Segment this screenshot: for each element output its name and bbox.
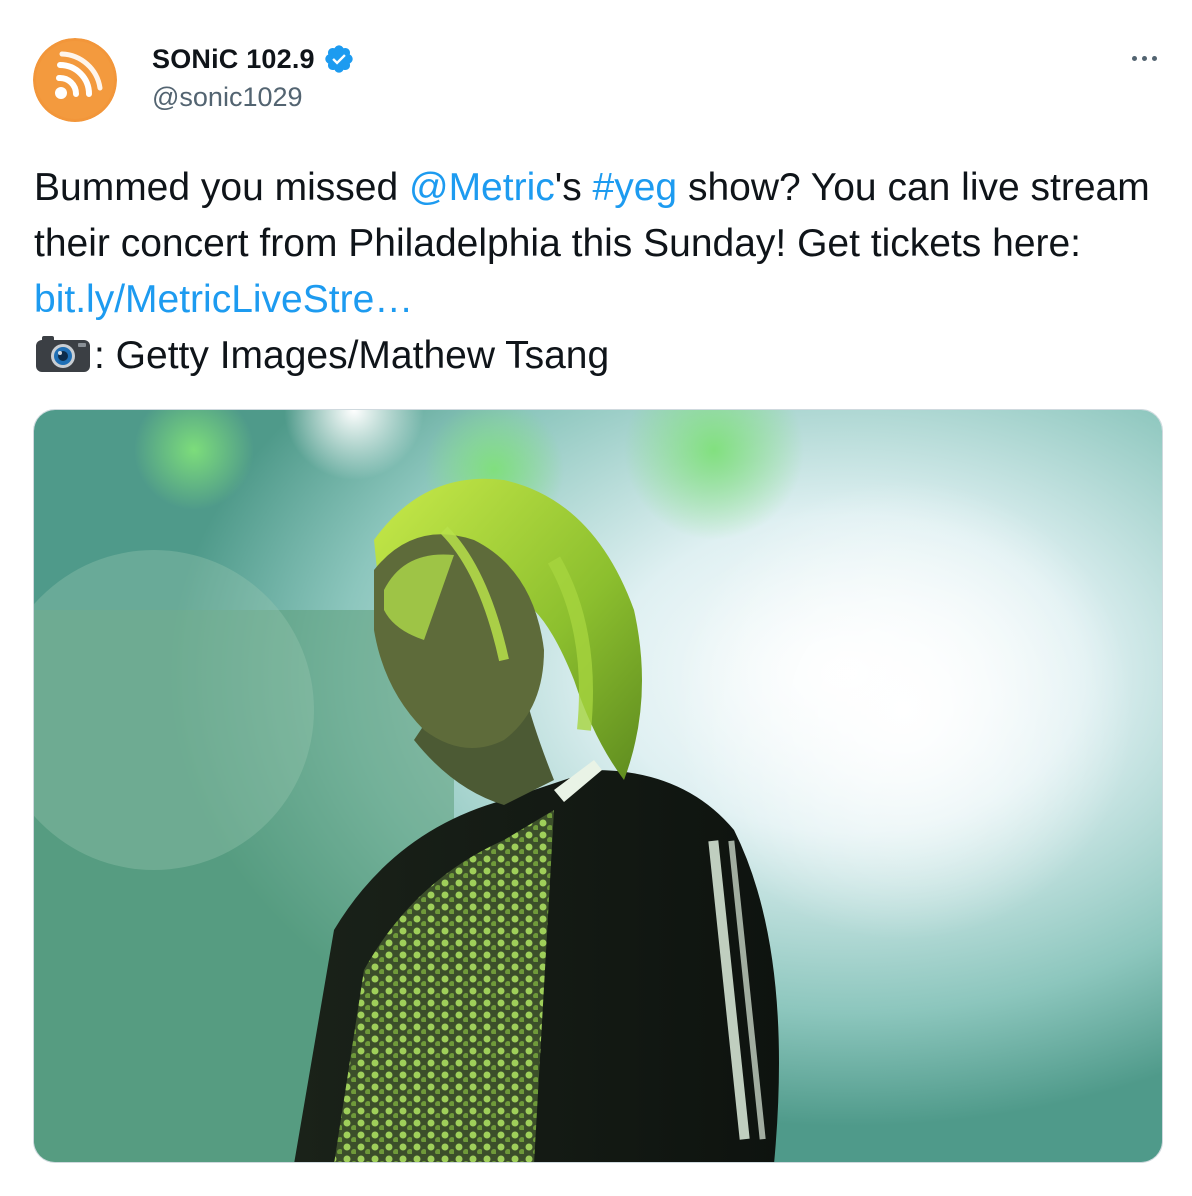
dot [1141, 55, 1147, 61]
tweet-text-1: Bummed you missed [34, 166, 409, 209]
tweet-text-2: 's [554, 166, 593, 209]
verified-badge-icon [323, 43, 355, 75]
dot [1151, 55, 1157, 61]
handle[interactable]: @sonic1029 [152, 82, 303, 113]
concert-photo[interactable] [33, 409, 1163, 1163]
radio-waves-logo-icon [33, 38, 117, 122]
url-link[interactable]: bit.ly/MetricLiveStre… [34, 278, 413, 321]
mention-link[interactable]: @Metric [409, 166, 555, 209]
display-name[interactable]: SONiC 102.9 [152, 44, 315, 75]
photo-credit: : Getty Images/Mathew Tsang [94, 334, 610, 377]
hashtag-link[interactable]: #yeg [593, 166, 678, 209]
avatar[interactable] [33, 38, 117, 122]
name-row: SONiC 102.9 [152, 41, 355, 77]
tweet-text: Bummed you missed @Metric's #yeg show? Y… [34, 160, 1154, 384]
camera-emoji-icon [34, 334, 92, 374]
more-horizontal-icon[interactable] [1122, 46, 1166, 70]
dot [1131, 55, 1137, 61]
